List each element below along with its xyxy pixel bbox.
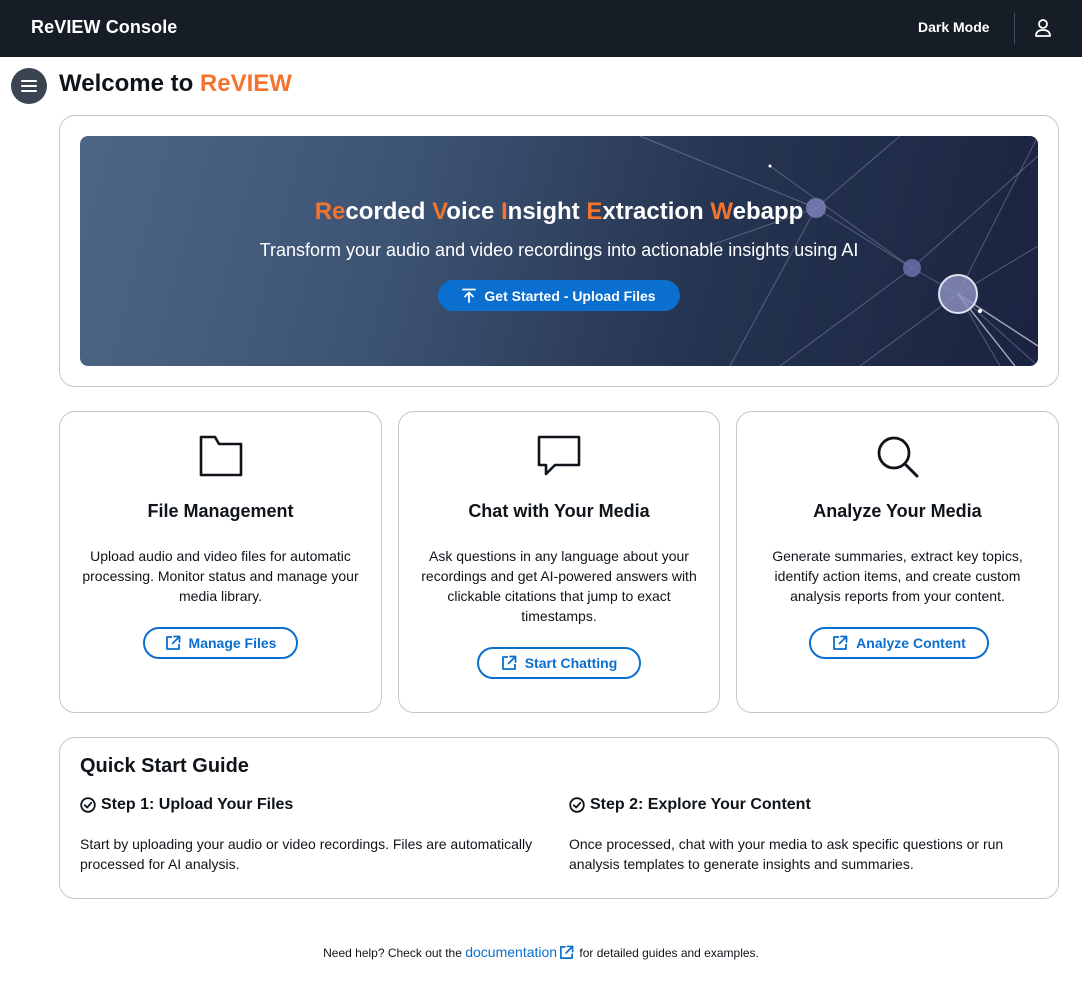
feature-description: Upload audio and video files for automat… [82,548,359,604]
user-profile-icon[interactable] [1032,17,1054,39]
quick-start-guide-card: Quick Start Guide Step 1: Upload Your Fi… [59,737,1059,899]
search-icon [875,434,921,485]
chat-with-media-card: Chat with Your Media Ask questions in an… [398,411,720,713]
step-2-description: Once processed, chat with your media to … [569,836,1004,872]
feature-title: Analyze Your Media [813,501,982,521]
nav-divider [1014,13,1015,44]
hamburger-menu-icon[interactable] [11,68,47,104]
hero-title-word: Voice [432,198,495,225]
step-2-title: Step 2: Explore Your Content [590,796,811,813]
manage-files-label: Manage Files [188,635,277,651]
chat-bubble-icon [536,434,582,483]
footer-help-text: Need help? Check out the documentation f… [0,944,1082,960]
external-link-icon [501,655,517,670]
footer-prefix: Need help? Check out the [323,946,462,960]
page-title: Welcome to ReVIEW [59,70,292,98]
hero-card: Recorded Voice Insight Extraction Webapp… [59,115,1059,387]
check-circle-icon [80,797,96,813]
hero-title-word: Recorded [314,198,426,225]
step-1-description: Start by uploading your audio or video r… [80,836,533,872]
quick-start-title: Quick Start Guide [80,755,249,777]
app-brand-title[interactable]: ReVIEW Console [31,17,177,38]
external-link-icon[interactable] [559,945,574,960]
hero-title-word: Webapp [710,198,804,225]
feature-description: Ask questions in any language about your… [421,548,697,624]
dark-mode-toggle[interactable]: Dark Mode [918,19,990,35]
hero-title-word: Extraction [586,198,704,225]
page-title-prefix: Welcome to [59,70,194,97]
upload-icon [462,288,477,303]
start-chatting-label: Start Chatting [524,655,618,671]
step-2-heading: Step 2: Explore Your Content [569,796,811,814]
manage-files-button[interactable]: Manage Files [143,627,298,659]
analyze-content-label: Analyze Content [856,635,966,651]
top-navigation: ReVIEW Console Dark Mode [0,0,1082,57]
step-1-heading: Step 1: Upload Your Files [80,796,293,814]
feature-title: Chat with Your Media [468,501,650,521]
feature-description: Generate summaries, extract key topics, … [772,548,1023,604]
hero-title-word: Insight [501,198,580,225]
external-link-icon [833,635,848,650]
footer-suffix: for detailed guides and examples. [579,946,759,960]
hero-title: Recorded Voice Insight Extraction Webapp [80,198,1038,226]
hero-subtitle: Transform your audio and video recording… [259,240,859,260]
get-started-upload-button[interactable]: Get Started - Upload Files [438,280,680,311]
step-1-title: Step 1: Upload Your Files [101,796,294,813]
hero-banner: Recorded Voice Insight Extraction Webapp… [80,136,1038,366]
folder-icon [198,434,244,483]
file-management-card: File Management Upload audio and video f… [59,411,382,713]
feature-title: File Management [147,501,294,521]
external-link-icon [165,635,180,650]
start-chatting-button[interactable]: Start Chatting [477,647,641,679]
page-title-accent: ReVIEW [199,70,292,97]
analyze-content-button[interactable]: Analyze Content [809,627,989,659]
documentation-link[interactable]: documentation [465,944,557,960]
get-started-upload-label: Get Started - Upload Files [484,287,656,304]
check-circle-icon [569,797,585,813]
analyze-media-card: Analyze Your Media Generate summaries, e… [736,411,1059,713]
